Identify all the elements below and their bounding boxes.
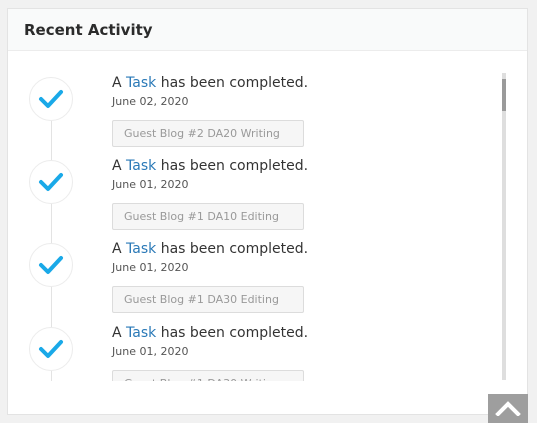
check-icon: [29, 160, 73, 204]
task-name-chip[interactable]: Guest Blog #1 DA30 Writing: [112, 370, 304, 381]
activity-item: A Task has been completed. June 02, 2020…: [8, 59, 498, 147]
activity-message: A Task has been completed.: [112, 325, 308, 341]
recent-activity-panel: Recent Activity A Task has been complete…: [7, 8, 528, 415]
task-link[interactable]: Task: [126, 75, 156, 91]
activity-item: A Task has been completed. June 01, 2020…: [8, 225, 498, 313]
task-link[interactable]: Task: [126, 325, 156, 341]
check-icon: [29, 243, 73, 287]
panel-header: Recent Activity: [8, 9, 527, 51]
task-link[interactable]: Task: [126, 241, 156, 257]
task-link[interactable]: Task: [126, 158, 156, 174]
back-to-top-button[interactable]: [488, 394, 528, 423]
feed-scrollbar[interactable]: [502, 73, 506, 380]
activity-date: June 01, 2020: [112, 345, 189, 358]
activity-message: A Task has been completed.: [112, 158, 308, 174]
activity-prefix: A: [112, 158, 122, 174]
activity-suffix: has been completed.: [160, 241, 309, 257]
activity-item: A Task has been completed. June 01, 2020…: [8, 142, 498, 230]
activity-prefix: A: [112, 75, 122, 91]
activity-suffix: has been completed.: [160, 75, 309, 91]
activity-feed[interactable]: A Task has been completed. June 02, 2020…: [8, 59, 527, 381]
activity-date: June 02, 2020: [112, 95, 189, 108]
check-icon: [29, 77, 73, 121]
activity-prefix: A: [112, 241, 122, 257]
scrollbar-thumb[interactable]: [502, 79, 506, 111]
activity-date: June 01, 2020: [112, 261, 189, 274]
activity-suffix: has been completed.: [160, 158, 309, 174]
panel-title: Recent Activity: [24, 20, 153, 39]
activity-message: A Task has been completed.: [112, 241, 308, 257]
activity-prefix: A: [112, 325, 122, 341]
activity-message: A Task has been completed.: [112, 75, 308, 91]
activity-date: June 01, 2020: [112, 178, 189, 191]
activity-item: A Task has been completed. June 01, 2020…: [8, 309, 498, 381]
chevron-up-icon: [495, 401, 521, 416]
check-icon: [29, 327, 73, 371]
activity-suffix: has been completed.: [160, 325, 309, 341]
